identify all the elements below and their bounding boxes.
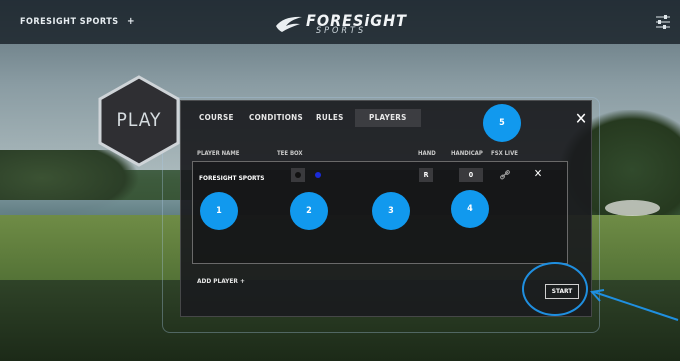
tee-color-blue-icon bbox=[315, 172, 321, 178]
column-hand: HAND bbox=[418, 150, 436, 157]
logo-swoosh-icon bbox=[276, 16, 302, 32]
sand-bunker bbox=[605, 200, 660, 216]
player-name[interactable]: FORESIGHT SPORTS bbox=[199, 174, 264, 182]
top-bar: FORESIGHT SPORTS + FORESiGHT SPORTS bbox=[0, 0, 680, 44]
hand-selector[interactable]: R bbox=[419, 168, 433, 182]
tab-course[interactable]: COURSE bbox=[199, 109, 234, 127]
add-player-button[interactable]: ADD PLAYER + bbox=[197, 277, 245, 285]
annotation-marker-2: 2 bbox=[290, 192, 328, 230]
play-hexagon: PLAY bbox=[98, 75, 180, 167]
tee-color-black-icon bbox=[295, 172, 301, 178]
tee-box-black[interactable] bbox=[291, 168, 305, 182]
column-handicap: HANDICAP bbox=[451, 150, 483, 157]
column-player-name: PLAYER NAME bbox=[197, 150, 240, 157]
close-icon[interactable]: ✕ bbox=[573, 111, 589, 127]
tab-players[interactable]: PLAYERS bbox=[355, 109, 421, 127]
handicap-input[interactable]: 0 bbox=[459, 168, 483, 182]
annotation-marker-3: 3 bbox=[372, 192, 410, 230]
start-highlight-circle bbox=[522, 262, 588, 316]
account-plus-icon: + bbox=[126, 16, 135, 27]
tab-rules[interactable]: RULES bbox=[316, 109, 344, 127]
logo-subtitle: SPORTS bbox=[316, 26, 367, 36]
column-tee-box: TEE BOX bbox=[277, 150, 303, 157]
account-name: FORESIGHT SPORTS bbox=[20, 17, 119, 27]
remove-player-icon[interactable]: ✕ bbox=[531, 167, 545, 181]
account-menu[interactable]: FORESIGHT SPORTS + bbox=[20, 0, 135, 44]
foresight-logo: FORESiGHT SPORTS bbox=[270, 11, 420, 37]
annotation-marker-5: 5 bbox=[483, 104, 521, 142]
column-fsx-live: FSX LIVE bbox=[491, 150, 518, 157]
play-title: PLAY bbox=[116, 109, 162, 131]
fsx-live-link-icon[interactable] bbox=[499, 168, 511, 182]
tee-box-blue[interactable] bbox=[311, 168, 325, 182]
tab-conditions[interactable]: CONDITIONS bbox=[249, 109, 303, 127]
annotation-arrow-icon bbox=[590, 289, 679, 321]
annotation-marker-1: 1 bbox=[200, 192, 238, 230]
settings-sliders-icon[interactable] bbox=[652, 10, 674, 34]
annotation-marker-4: 4 bbox=[451, 190, 489, 228]
